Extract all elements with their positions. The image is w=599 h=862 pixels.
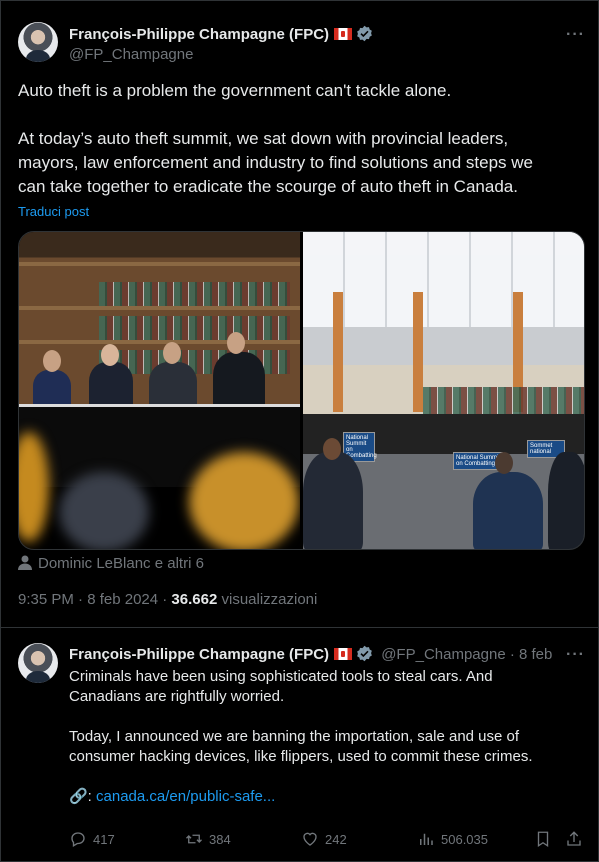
bookshelf xyxy=(99,282,290,306)
repost-icon xyxy=(186,834,202,844)
shelf xyxy=(19,340,300,344)
attendee xyxy=(473,472,543,549)
heart-icon xyxy=(303,832,317,846)
translate-post-link[interactable]: Traduci post xyxy=(18,204,89,219)
canada-flag-icon xyxy=(334,648,353,660)
reply-link-line: 🔗: canada.ca/en/public-safe... xyxy=(69,787,569,807)
attendee-head xyxy=(227,332,245,354)
canada-flag-icon xyxy=(334,28,353,40)
shelf xyxy=(19,262,300,266)
reply-icon xyxy=(71,832,85,847)
author-avatar[interactable] xyxy=(18,22,58,62)
post-paragraph-1: Auto theft is a problem the government c… xyxy=(18,81,452,100)
post-meta: 9:35 PM · 8 feb 2024 · 36.662 visualizza… xyxy=(18,591,317,608)
views-count-reply: 506.035 xyxy=(441,831,488,847)
foreground-blur xyxy=(189,452,299,549)
bookmark-button[interactable] xyxy=(534,830,552,848)
views-label[interactable]: visualizzazioni xyxy=(217,591,317,608)
person-icon xyxy=(18,555,32,570)
reply-author-avatar[interactable] xyxy=(18,643,58,683)
post-timestamp[interactable]: 9:35 PM · 8 feb 2024 · xyxy=(18,591,171,608)
like-button[interactable]: 242 xyxy=(301,830,347,848)
reply-handle-date[interactable]: @FP_Champagne · 8 feb xyxy=(381,646,552,663)
reply-author-name-text[interactable]: François-Philippe Champagne (FPC) xyxy=(69,646,329,663)
pillar xyxy=(413,292,423,412)
reply-author-name[interactable]: François-Philippe Champagne (FPC) @FP_Ch… xyxy=(69,645,552,663)
attendee xyxy=(548,452,584,549)
share-button[interactable] xyxy=(565,830,583,848)
bookshelf xyxy=(99,316,290,340)
reply-button[interactable]: 417 xyxy=(69,830,115,848)
foreground-blur xyxy=(59,472,149,549)
attendee-head xyxy=(323,438,341,460)
more-dots-icon[interactable]: ··· xyxy=(566,26,585,44)
link-prefix: 🔗: xyxy=(69,788,97,805)
tagged-users-text[interactable]: Dominic LeBlanc e altri 6 xyxy=(38,555,204,572)
attendee xyxy=(89,362,133,410)
more-dots-icon[interactable]: ··· xyxy=(566,646,585,664)
attendee xyxy=(213,352,265,410)
attendee-head xyxy=(495,452,513,474)
author-name-text[interactable]: François-Philippe Champagne (FPC) xyxy=(69,26,329,43)
photo-summit-room[interactable]: National Summit on Combatting Sommet nat… xyxy=(303,232,584,549)
bookshelf xyxy=(423,387,584,417)
like-count: 242 xyxy=(325,831,347,847)
bookmark-icon xyxy=(537,831,549,848)
divider xyxy=(0,627,599,628)
author-handle[interactable]: @FP_Champagne xyxy=(69,46,193,63)
repost-count: 384 xyxy=(209,831,231,847)
views-count[interactable]: 36.662 xyxy=(171,591,217,608)
repost-button[interactable]: 384 xyxy=(185,830,231,848)
attendee-head xyxy=(163,342,181,364)
verified-badge-icon[interactable] xyxy=(356,25,373,42)
reply-count: 417 xyxy=(93,831,115,847)
ceiling xyxy=(303,232,584,327)
shelf xyxy=(19,306,300,310)
attendee-head xyxy=(43,350,61,372)
author-name[interactable]: François-Philippe Champagne (FPC) xyxy=(69,25,373,43)
attendee-head xyxy=(101,344,119,366)
attendee xyxy=(149,362,197,410)
reply-paragraph-2: Today, I announced we are banning the im… xyxy=(69,728,533,765)
reply-paragraph-1: Criminals have been using sophisticated … xyxy=(69,668,493,705)
post-media[interactable]: National Summit on Combatting Sommet nat… xyxy=(18,231,585,550)
reply-link[interactable]: canada.ca/en/public-safe... xyxy=(96,788,275,805)
action-bar: 417 384 242 506.035 xyxy=(69,830,585,852)
analytics-icon xyxy=(420,833,433,845)
verified-badge-icon[interactable] xyxy=(356,645,373,662)
share-icon xyxy=(567,831,581,846)
pillar xyxy=(333,292,343,412)
photo-summit-table[interactable] xyxy=(19,232,300,549)
post-paragraph-2: At today’s auto theft summit, we sat dow… xyxy=(18,129,533,196)
tagged-users[interactable]: Dominic LeBlanc e altri 6 xyxy=(18,555,204,572)
attendee xyxy=(303,452,363,549)
views-button[interactable]: 506.035 xyxy=(417,830,488,848)
